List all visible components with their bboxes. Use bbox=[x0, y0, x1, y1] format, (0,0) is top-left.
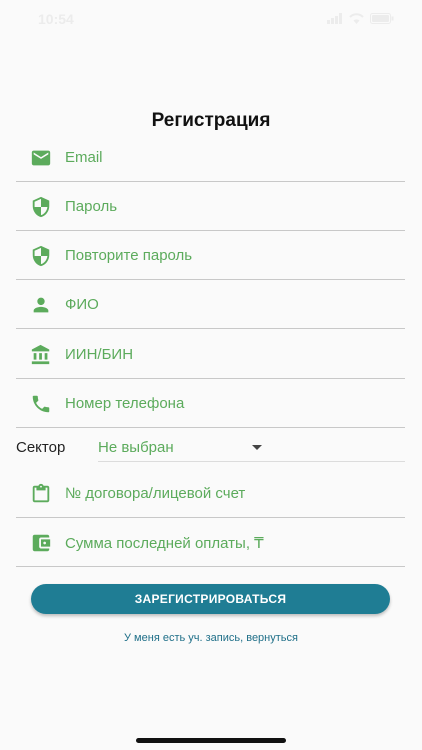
wifi-icon bbox=[349, 13, 364, 24]
back-to-login-link[interactable]: У меня есть уч. запись, вернуться bbox=[0, 632, 422, 644]
caret-down-icon bbox=[252, 445, 262, 450]
email-field[interactable]: Email bbox=[16, 137, 405, 182]
phone-field[interactable]: Номер телефона bbox=[16, 383, 405, 428]
fullname-placeholder: ФИО bbox=[65, 296, 99, 313]
repeat-password-placeholder: Повторите пароль bbox=[65, 247, 193, 264]
person-icon bbox=[33, 297, 49, 313]
password-placeholder: Пароль bbox=[65, 198, 118, 215]
register-button[interactable]: ЗАРЕГИСТРИРОВАТЬСЯ bbox=[31, 584, 390, 614]
status-bar: 10:54 bbox=[0, 0, 422, 40]
contract-placeholder: № договора/лицевой счет bbox=[65, 485, 246, 502]
phone-icon bbox=[32, 395, 50, 413]
password-field[interactable]: Пароль bbox=[16, 186, 405, 231]
email-placeholder: Email bbox=[65, 149, 103, 166]
iin-placeholder: ИИН/БИН bbox=[65, 346, 134, 363]
bank-icon bbox=[31, 344, 50, 365]
email-icon bbox=[31, 150, 51, 166]
repeat-password-field[interactable]: Повторите пароль bbox=[16, 235, 405, 280]
clipboard-icon bbox=[32, 483, 50, 503]
phone-placeholder: Номер телефона bbox=[65, 395, 185, 412]
sector-value: Не выбран bbox=[98, 439, 174, 456]
sector-row: Сектор Не выбран bbox=[16, 430, 405, 462]
signal-icon bbox=[327, 13, 342, 24]
last-payment-field[interactable]: Сумма последней оплаты, ₸ bbox=[16, 522, 405, 567]
fullname-field[interactable]: ФИО bbox=[16, 284, 405, 329]
iin-field[interactable]: ИИН/БИН bbox=[16, 334, 405, 379]
wallet-icon bbox=[32, 534, 51, 552]
page-title: Регистрация bbox=[151, 110, 271, 131]
sector-dropdown[interactable]: Не выбран bbox=[98, 430, 405, 462]
contract-field[interactable]: № договора/лицевой счет bbox=[16, 473, 405, 518]
home-indicator bbox=[136, 738, 286, 743]
status-time: 10:54 bbox=[38, 11, 74, 27]
battery-icon bbox=[370, 13, 394, 24]
status-icons bbox=[327, 13, 394, 24]
sector-label: Сектор bbox=[16, 439, 66, 456]
shield-icon bbox=[32, 245, 50, 267]
last-payment-placeholder: Сумма последней оплаты, ₸ bbox=[65, 535, 264, 552]
shield-icon bbox=[32, 196, 50, 218]
